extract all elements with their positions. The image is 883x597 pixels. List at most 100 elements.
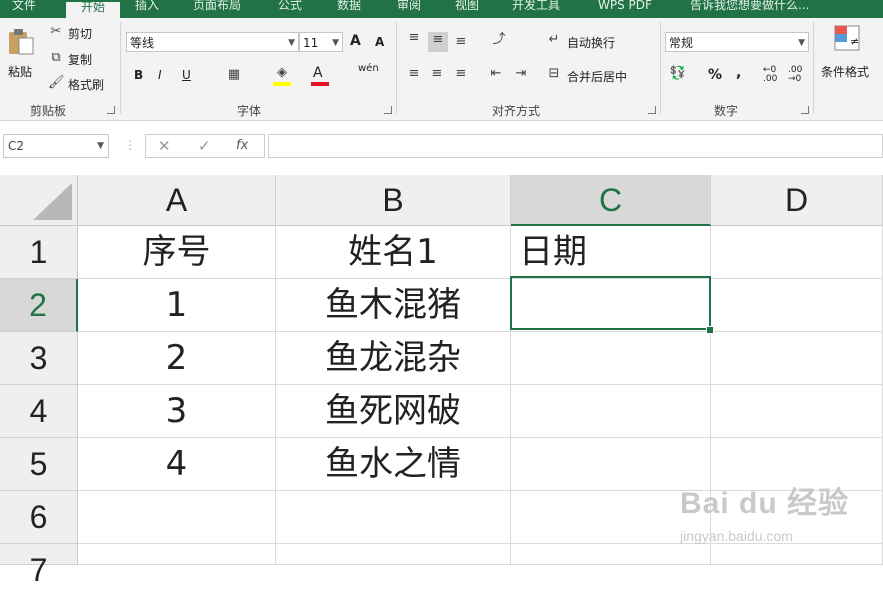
format-painter-icon[interactable]: 🖌 <box>48 75 65 91</box>
cell-c1[interactable]: 日期 <box>511 226 711 279</box>
cell-c4[interactable] <box>511 385 711 438</box>
decrease-decimal-button[interactable]: .00 →0 <box>788 66 810 84</box>
wrap-text-button[interactable]: 自动换行 <box>567 34 615 51</box>
row-header-1[interactable]: 1 <box>0 226 78 279</box>
formula-bar: C2 ▼ ⋮ ✕ ✓ fx <box>0 121 883 175</box>
merge-center-icon[interactable]: ⊟ <box>545 66 563 82</box>
cell-b1[interactable]: 姓名1 <box>276 226 511 279</box>
tab-data[interactable]: 数据 <box>337 0 361 18</box>
cell-d4[interactable] <box>711 385 883 438</box>
align-left-icon[interactable]: ≡ <box>405 66 423 82</box>
tab-review[interactable]: 审阅 <box>397 0 421 18</box>
paste-button[interactable]: 粘贴 <box>8 63 32 80</box>
merge-center-button[interactable]: 合并后居中 <box>567 68 627 85</box>
comma-button[interactable]: , <box>736 65 741 81</box>
row-header-4[interactable]: 4 <box>0 385 78 438</box>
cell-b6[interactable] <box>276 491 511 544</box>
cell-b7[interactable] <box>276 544 511 565</box>
tab-file[interactable]: 文件 <box>12 0 36 18</box>
wrap-text-icon[interactable]: ↵ <box>545 32 563 48</box>
fill-color-swatch <box>273 82 291 86</box>
tab-wps-pdf[interactable]: WPS PDF <box>598 0 652 18</box>
cell-a2[interactable]: 1 <box>78 279 276 332</box>
italic-button[interactable]: I <box>158 68 162 82</box>
row-header-2[interactable]: 2 <box>0 279 78 332</box>
font-name-select[interactable]: 等线 ▼ <box>126 32 299 52</box>
ribbon-home: 粘贴 ✂ 剪切 ⧉ 复制 🖌 格式刷 剪贴板 等线 ▼ 11 ▼ A A B I U… <box>0 18 883 121</box>
cell-c3[interactable] <box>511 332 711 385</box>
copy-icon[interactable]: ⧉ <box>48 50 64 66</box>
cell-a1[interactable]: 序号 <box>78 226 276 279</box>
active-cell-selection[interactable] <box>510 276 711 330</box>
cell-a3[interactable]: 2 <box>78 332 276 385</box>
border-icon[interactable]: ▦ <box>225 67 243 83</box>
row-header-6[interactable]: 6 <box>0 491 78 544</box>
tab-view[interactable]: 视图 <box>455 0 479 18</box>
phonetic-button[interactable]: wén <box>358 63 379 74</box>
cancel-icon[interactable]: ✕ <box>158 137 171 155</box>
tab-insert[interactable]: 插入 <box>135 0 159 18</box>
cell-a6[interactable] <box>78 491 276 544</box>
font-color-button[interactable]: A <box>313 65 323 81</box>
cell-b3[interactable]: 鱼龙混杂 <box>276 332 511 385</box>
increase-indent-icon[interactable]: ⇥ <box>512 66 530 82</box>
cut-button[interactable]: 剪切 <box>68 25 92 42</box>
cell-b2[interactable]: 鱼木混猪 <box>276 279 511 332</box>
tab-developer[interactable]: 开发工具 <box>512 0 560 18</box>
shrink-font-button[interactable]: A <box>375 35 384 49</box>
name-box[interactable]: C2 ▼ <box>3 134 109 158</box>
cell-a5[interactable]: 4 <box>78 438 276 491</box>
row-header-3[interactable]: 3 <box>0 332 78 385</box>
cell-b4[interactable]: 鱼死网破 <box>276 385 511 438</box>
column-header-b[interactable]: B <box>276 175 511 226</box>
drag-handle-icon[interactable]: ⋮ <box>124 138 136 152</box>
cell-d2[interactable] <box>711 279 883 332</box>
decrease-indent-icon[interactable]: ⇤ <box>487 66 505 82</box>
orientation-icon[interactable]: ⤴ <box>487 32 511 48</box>
cell-b5[interactable]: 鱼水之情 <box>276 438 511 491</box>
conditional-format-icon[interactable]: ≠ <box>833 24 863 54</box>
tab-formulas[interactable]: 公式 <box>278 0 302 18</box>
column-header-a[interactable]: A <box>78 175 276 226</box>
cut-icon[interactable]: ✂ <box>48 24 64 40</box>
column-header-d[interactable]: D <box>711 175 883 226</box>
align-middle-icon[interactable]: ≡ <box>428 32 448 52</box>
enter-icon[interactable]: ✓ <box>198 137 211 155</box>
fill-color-icon[interactable]: ◈ <box>272 65 292 81</box>
align-right-icon[interactable]: ≡ <box>452 66 470 82</box>
cell-d1[interactable] <box>711 226 883 279</box>
row-header-5[interactable]: 5 <box>0 438 78 491</box>
align-center-icon[interactable]: ≡ <box>428 66 446 82</box>
number-launcher-icon[interactable] <box>801 106 809 114</box>
font-launcher-icon[interactable] <box>384 106 392 114</box>
font-size-select[interactable]: 11 ▼ <box>299 32 343 52</box>
increase-decimal-button[interactable]: ←0 .00 <box>763 66 785 84</box>
clipboard-group-label: 剪贴板 <box>30 104 67 118</box>
cell-a4[interactable]: 3 <box>78 385 276 438</box>
cell-d3[interactable] <box>711 332 883 385</box>
number-format-select[interactable]: 常规 ▼ <box>665 32 809 52</box>
select-all-button[interactable] <box>0 175 78 226</box>
conditional-format-button[interactable]: 条件格式 <box>821 63 869 80</box>
align-bottom-icon[interactable]: ≡ <box>452 34 470 50</box>
row-header-7[interactable]: 7 <box>0 544 78 588</box>
insert-function-button[interactable]: fx <box>236 138 248 153</box>
bold-button[interactable]: B <box>134 68 143 82</box>
column-header-c[interactable]: C <box>511 175 711 226</box>
alignment-launcher-icon[interactable] <box>648 106 656 114</box>
percent-button[interactable]: % <box>708 67 722 83</box>
cell-a7[interactable] <box>78 544 276 565</box>
accounting-format-icon[interactable]: 💱 <box>668 66 688 82</box>
fill-handle[interactable] <box>706 326 714 334</box>
tab-home[interactable]: 开始 <box>66 2 120 18</box>
grow-font-button[interactable]: A <box>350 33 361 49</box>
formula-input[interactable] <box>268 134 883 158</box>
clipboard-launcher-icon[interactable] <box>107 106 115 114</box>
align-top-icon[interactable]: ≡ <box>405 30 423 46</box>
underline-button[interactable]: U <box>182 68 191 82</box>
copy-button[interactable]: 复制 <box>68 51 92 68</box>
paste-icon[interactable] <box>6 26 36 56</box>
tell-me-search[interactable]: 告诉我您想要做什么... <box>690 0 809 18</box>
tab-page-layout[interactable]: 页面布局 <box>193 0 241 18</box>
format-painter-button[interactable]: 格式刷 <box>68 76 104 93</box>
